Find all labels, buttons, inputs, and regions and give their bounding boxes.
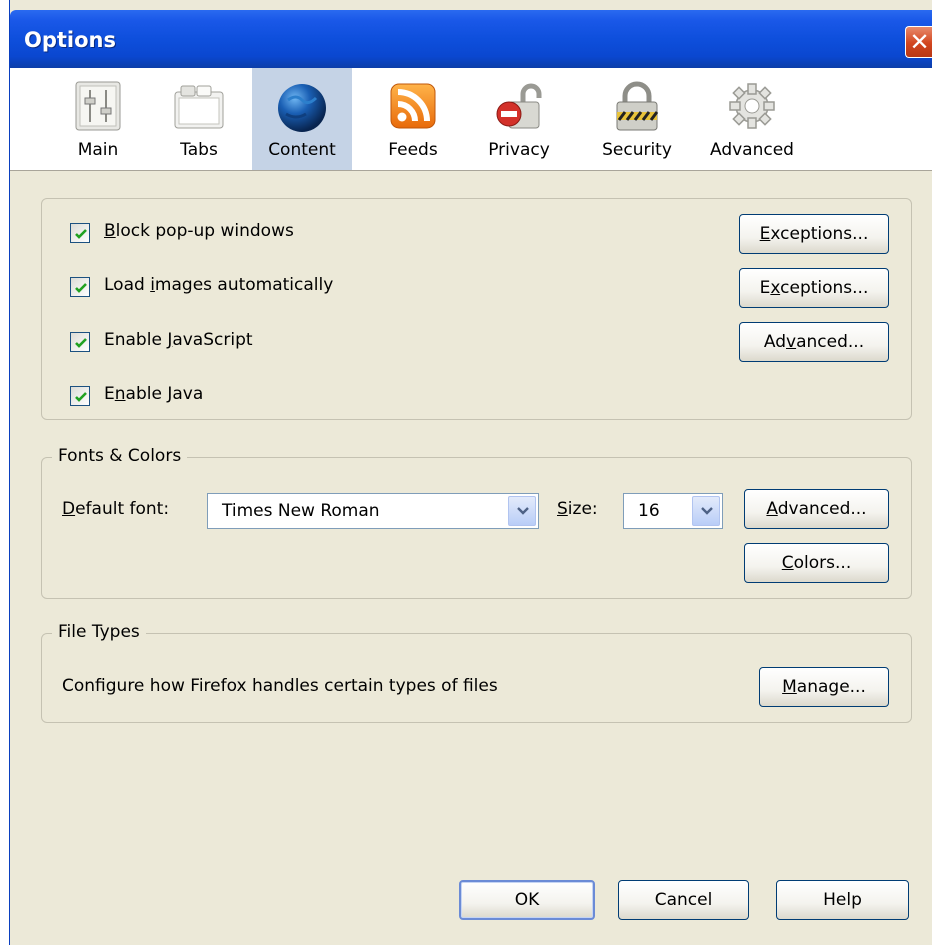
checkmark-icon	[75, 338, 87, 348]
tab-advanced-label: Advanced	[710, 140, 794, 160]
content-settings-group: Block pop-up windows Load images automat…	[41, 198, 912, 420]
tab-security[interactable]: Security	[587, 68, 687, 170]
chevron-down-icon	[701, 507, 713, 515]
fonts-colors-group: Fonts & Colors Default font: Times New R…	[41, 446, 912, 599]
window-title: Options	[24, 28, 116, 52]
enable-java-label: Enable Java	[104, 384, 204, 404]
block-popups-checkbox[interactable]	[70, 223, 90, 243]
default-font-value: Times New Roman	[222, 501, 380, 521]
tab-content[interactable]: Content	[252, 68, 352, 170]
block-popups-label: Block pop-up windows	[104, 221, 294, 241]
enable-javascript-checkbox[interactable]	[70, 332, 90, 352]
font-size-label: Size:	[557, 499, 598, 519]
gear-icon	[729, 83, 775, 129]
tab-content-label: Content	[268, 140, 336, 160]
fonts-colors-legend: Fonts & Colors	[52, 446, 188, 466]
fonts-advanced-button[interactable]: Advanced...	[744, 489, 889, 529]
tab-privacy-label: Privacy	[488, 140, 550, 160]
manage-file-types-button[interactable]: Manage...	[759, 667, 889, 707]
chevron-down-icon	[517, 507, 529, 515]
tab-main-label: Main	[77, 140, 119, 160]
privacy-lock-icon	[496, 83, 542, 129]
images-exceptions-button[interactable]: Exceptions...	[739, 268, 889, 308]
font-size-dropdown-arrow[interactable]	[692, 496, 720, 526]
options-toolbar: Main Tabs Content Feeds Privacy Security…	[10, 68, 932, 171]
font-size-select[interactable]: 16	[623, 493, 723, 529]
file-types-description: Configure how Firefox handles certain ty…	[62, 676, 498, 696]
title-bar: Options ✕	[10, 10, 932, 68]
default-font-select[interactable]: Times New Roman	[207, 493, 539, 529]
enable-javascript-label: Enable JavaScript	[104, 330, 253, 350]
tab-privacy[interactable]: Privacy	[478, 68, 560, 170]
globe-icon	[278, 84, 326, 132]
tab-main[interactable]: Main	[57, 68, 139, 170]
cancel-button[interactable]: Cancel	[618, 880, 749, 920]
popup-exceptions-button[interactable]: Exceptions...	[739, 214, 889, 254]
main-settings-icon	[75, 81, 121, 131]
tab-tabs-label: Tabs	[180, 140, 218, 160]
enable-java-checkbox[interactable]	[70, 386, 90, 406]
close-button[interactable]: ✕	[905, 26, 932, 58]
help-button[interactable]: Help	[776, 880, 909, 920]
javascript-advanced-button[interactable]: Advanced...	[739, 322, 889, 362]
tab-security-label: Security	[602, 140, 672, 160]
security-padlock-icon	[616, 81, 659, 131]
tab-advanced[interactable]: Advanced	[702, 68, 802, 170]
colors-button[interactable]: Colors...	[744, 543, 889, 583]
rss-feed-icon	[390, 83, 436, 129]
tabs-icon	[174, 85, 224, 129]
file-types-legend: File Types	[52, 622, 146, 642]
tab-feeds-label: Feeds	[388, 140, 438, 160]
ok-button[interactable]: OK	[459, 880, 595, 920]
checkmark-icon	[75, 283, 87, 293]
font-size-value: 16	[638, 501, 660, 521]
options-window: Options ✕ Main Tabs Content Feeds Privac…	[9, 0, 932, 945]
checkmark-icon	[75, 392, 87, 402]
tab-feeds[interactable]: Feeds	[372, 68, 454, 170]
file-types-group: File Types Configure how Firefox handles…	[41, 622, 912, 723]
default-font-dropdown-arrow[interactable]	[508, 496, 536, 526]
load-images-checkbox[interactable]	[70, 277, 90, 297]
load-images-label: Load images automatically	[104, 275, 334, 295]
default-font-label: Default font:	[62, 499, 170, 519]
tab-tabs[interactable]: Tabs	[158, 68, 240, 170]
checkmark-icon	[75, 229, 87, 239]
